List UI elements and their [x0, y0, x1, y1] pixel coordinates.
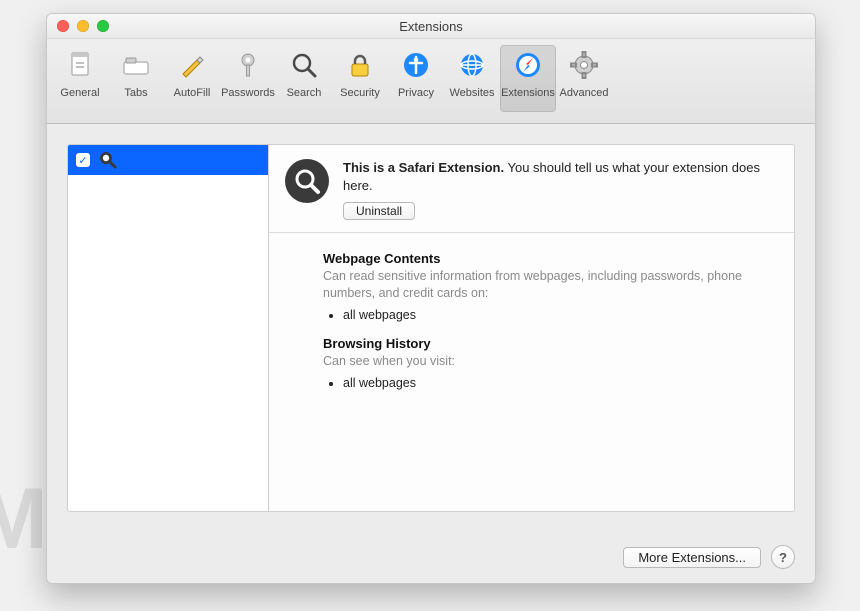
- perm-heading-webpage: Webpage Contents: [323, 251, 774, 266]
- close-icon[interactable]: [57, 20, 69, 32]
- tab-security[interactable]: Security: [332, 45, 388, 112]
- magnifier-icon: [98, 150, 118, 170]
- search-icon: [289, 47, 319, 83]
- extension-detail-pane: This is a Safari Extension. You should t…: [269, 144, 795, 512]
- tab-tabs[interactable]: Tabs: [108, 45, 164, 112]
- privacy-icon: [401, 47, 431, 83]
- globe-icon: [457, 47, 487, 83]
- tab-label: Advanced: [560, 87, 609, 99]
- extension-large-icon: [285, 159, 329, 203]
- preferences-window: Extensions General Tabs AutoFill Pa: [46, 13, 816, 584]
- tab-label: AutoFill: [174, 87, 211, 99]
- general-icon: [66, 47, 94, 83]
- tab-label: Extensions: [501, 87, 555, 99]
- footer-bar: More Extensions... ?: [67, 545, 795, 569]
- autofill-icon: [177, 47, 207, 83]
- perm-heading-history: Browsing History: [323, 336, 774, 351]
- tab-label: Tabs: [124, 87, 147, 99]
- lock-icon: [345, 47, 375, 83]
- extension-description: This is a Safari Extension. You should t…: [343, 159, 778, 194]
- tab-passwords[interactable]: Passwords: [220, 45, 276, 112]
- tab-label: Websites: [449, 87, 494, 99]
- tab-search[interactable]: Search: [276, 45, 332, 112]
- perm-bullet: all webpages: [343, 376, 774, 390]
- content-area: ✓ This is a Safari Extension. You should…: [47, 124, 815, 512]
- minimize-icon[interactable]: [77, 20, 89, 32]
- compass-icon: [513, 47, 543, 83]
- perm-text-webpage: Can read sensitive information from webp…: [323, 268, 774, 302]
- zoom-icon[interactable]: [97, 20, 109, 32]
- extension-permissions: Webpage Contents Can read sensitive info…: [269, 233, 794, 414]
- extension-enabled-checkbox[interactable]: ✓: [76, 153, 90, 167]
- window-title: Extensions: [399, 19, 463, 34]
- perm-text-history: Can see when you visit:: [323, 353, 774, 370]
- extension-title: This is a Safari Extension.: [343, 160, 504, 175]
- perm-bullet: all webpages: [343, 308, 774, 322]
- tab-label: General: [60, 87, 99, 99]
- tab-label: Search: [287, 87, 322, 99]
- tab-privacy[interactable]: Privacy: [388, 45, 444, 112]
- tab-general[interactable]: General: [52, 45, 108, 112]
- tab-extensions[interactable]: Extensions: [500, 45, 556, 112]
- titlebar: Extensions: [47, 14, 815, 39]
- extension-header: This is a Safari Extension. You should t…: [269, 145, 794, 233]
- tab-label: Security: [340, 87, 380, 99]
- key-icon: [233, 47, 263, 83]
- uninstall-button[interactable]: Uninstall: [343, 202, 415, 220]
- extension-list-item[interactable]: ✓: [68, 145, 268, 175]
- tab-advanced[interactable]: Advanced: [556, 45, 612, 112]
- prefs-toolbar: General Tabs AutoFill Passwords Search: [47, 39, 815, 124]
- gear-icon: [569, 47, 599, 83]
- window-controls: [57, 20, 109, 32]
- tab-label: Privacy: [398, 87, 434, 99]
- more-extensions-button[interactable]: More Extensions...: [623, 547, 761, 568]
- tabs-icon: [121, 47, 151, 83]
- tab-autofill[interactable]: AutoFill: [164, 45, 220, 112]
- help-button[interactable]: ?: [771, 545, 795, 569]
- tab-label: Passwords: [221, 87, 275, 99]
- extensions-sidebar: ✓: [67, 144, 269, 512]
- tab-websites[interactable]: Websites: [444, 45, 500, 112]
